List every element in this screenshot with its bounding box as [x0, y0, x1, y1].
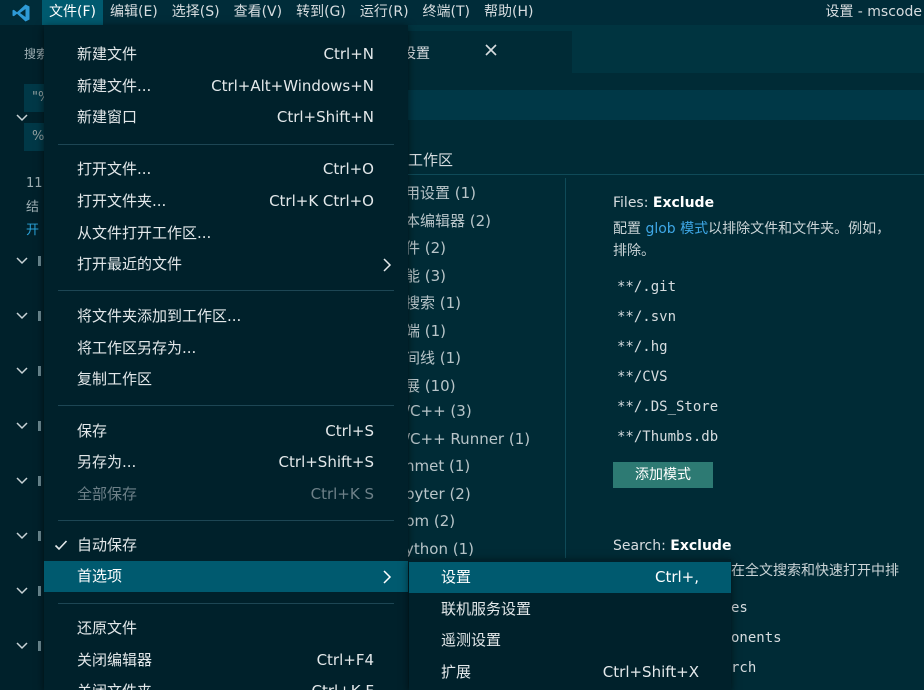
settings-search-input[interactable]	[405, 90, 924, 120]
toc-item[interactable]: 间线 (1)	[405, 347, 461, 368]
toc-item[interactable]: 搜索 (1)	[405, 292, 461, 313]
submenu-item-extensions[interactable]: 扩展 Ctrl+Shift+X	[409, 657, 731, 688]
file-result-marker	[38, 641, 41, 651]
toc-item[interactable]: nmet (1)	[405, 457, 470, 475]
file-result-marker	[38, 476, 41, 486]
exclude-pattern[interactable]: onents	[731, 630, 782, 646]
toc-item[interactable]: 能 (3)	[405, 265, 446, 286]
menu-item-open-recent[interactable]: 打开最近的文件	[44, 249, 408, 280]
exclude-pattern[interactable]: **/CVS	[617, 369, 668, 385]
menu-item-save-all: 全部保存 Ctrl+K S	[77, 485, 374, 503]
toc-item[interactable]: pyter (2)	[405, 485, 471, 503]
divider	[565, 178, 566, 558]
setting-title-search-exclude: Search: Exclude	[613, 538, 732, 554]
menu-item-save-as[interactable]: 另存为... Ctrl+Shift+S	[44, 447, 408, 478]
menu-item-save[interactable]: 保存 Ctrl+S	[44, 416, 408, 447]
window-title: 设置 - mscode	[825, 4, 922, 20]
menu-separator	[58, 603, 394, 604]
file-result-marker	[38, 421, 41, 431]
exclude-pattern[interactable]: **/.hg	[617, 339, 668, 355]
toc-item[interactable]: 件 (2)	[405, 237, 446, 258]
file-result-marker	[38, 586, 41, 596]
toc-item[interactable]: 端 (1)	[405, 320, 446, 341]
file-menu: 新建文件 Ctrl+N 新建文件... Ctrl+Alt+Windows+N 新建窗…	[44, 25, 408, 690]
add-pattern-button[interactable]: 添加模式	[613, 462, 713, 488]
menu-bar: 文件(F) 编辑(E) 选择(S) 查看(V) 转到(G) 运行(R) 终端(T…	[42, 0, 540, 25]
submenu-item-telemetry-settings[interactable]: 遥测设置	[409, 625, 731, 656]
menu-item-open-file[interactable]: 打开文件... Ctrl+O	[44, 154, 408, 185]
toc-item[interactable]: /C++ (3)	[405, 402, 472, 420]
menu-item-new-window[interactable]: 新建窗口 Ctrl+Shift+N	[44, 102, 408, 133]
menu-item-revert-file[interactable]: 还原文件	[44, 613, 408, 644]
check-icon	[54, 540, 68, 551]
preferences-submenu: 设置 Ctrl+, 联机服务设置 遥测设置 扩展 Ctrl+Shift+X	[409, 559, 731, 690]
menu-selection[interactable]: 选择(S)	[165, 0, 227, 25]
setting-description: 在全文搜索和快速打开中排	[731, 563, 899, 579]
exclude-pattern[interactable]: **/Thumbs.db	[617, 429, 718, 445]
menu-item-open-folder[interactable]: 打开文件夹... Ctrl+K Ctrl+O	[44, 186, 408, 217]
menu-separator	[58, 520, 394, 521]
chevron-down-icon[interactable]	[15, 474, 29, 488]
toc-item[interactable]: 展 (10)	[405, 375, 456, 396]
exclude-pattern[interactable]: es	[731, 600, 748, 616]
menu-item-auto-save[interactable]: 自动保存	[44, 530, 408, 561]
menu-help[interactable]: 帮助(H)	[477, 0, 540, 25]
menu-item-add-folder-to-workspace[interactable]: 将文件夹添加到工作区...	[44, 301, 408, 332]
file-result-marker	[38, 311, 41, 321]
menu-view[interactable]: 查看(V)	[227, 0, 290, 25]
menu-item-new-file[interactable]: 新建文件 Ctrl+N	[44, 39, 408, 70]
submenu-item-online-services-settings[interactable]: 联机服务设置	[409, 594, 731, 625]
menu-item-new-file-ellipsis[interactable]: 新建文件... Ctrl+Alt+Windows+N	[44, 71, 408, 102]
menu-item-save-workspace-as[interactable]: 将工作区另存为...	[44, 333, 408, 364]
result-text: 结	[26, 200, 40, 215]
chevron-down-icon[interactable]	[15, 639, 29, 653]
tab-settings[interactable]: 设置	[390, 31, 572, 73]
menu-item-open-workspace-from-file[interactable]: 从文件打开工作区...	[44, 218, 408, 249]
result-count: 11	[26, 176, 43, 191]
chevron-down-icon[interactable]	[15, 309, 29, 323]
menu-separator	[58, 144, 394, 145]
chevron-down-icon[interactable]	[15, 254, 29, 268]
menu-terminal[interactable]: 终端(T)	[416, 0, 477, 25]
exclude-pattern[interactable]: **/.git	[617, 279, 676, 295]
chevron-down-icon[interactable]	[15, 584, 29, 598]
toc-item[interactable]: 用设置 (1)	[405, 182, 476, 203]
menu-item-close-folder[interactable]: 关闭文件夹Ctrl+K F	[44, 676, 408, 690]
file-result-marker	[38, 366, 41, 376]
menu-file[interactable]: 文件(F)	[42, 0, 103, 25]
menu-run[interactable]: 运行(R)	[353, 0, 416, 25]
divider	[405, 174, 924, 175]
chevron-down-icon[interactable]	[15, 419, 29, 433]
chevron-right-icon	[383, 570, 392, 584]
glob-pattern-link[interactable]: glob 模式	[645, 221, 708, 237]
title-bar: 文件(F) 编辑(E) 选择(S) 查看(V) 转到(G) 运行(R) 终端(T…	[0, 0, 924, 25]
open-editor-link[interactable]: 开	[26, 219, 39, 238]
exclude-pattern[interactable]: rch	[731, 660, 756, 676]
toc-item[interactable]: ython (1)	[405, 540, 474, 558]
file-result-marker	[38, 256, 41, 266]
menu-item-duplicate-workspace[interactable]: 复制工作区	[44, 364, 408, 395]
exclude-pattern[interactable]: **/.DS_Store	[617, 399, 718, 415]
settings-toc: 用设置 (1) 本编辑器 (2) 件 (2) 能 (3) 搜索 (1) 端 (1…	[405, 180, 565, 560]
file-result-marker	[38, 531, 41, 541]
toc-item[interactable]: /C++ Runner (1)	[405, 430, 530, 448]
menu-go[interactable]: 转到(G)	[289, 0, 353, 25]
menu-item-preferences[interactable]: 首选项	[44, 561, 408, 592]
exclude-pattern[interactable]: **/.svn	[617, 309, 676, 325]
tab-workspace[interactable]: 工作区	[408, 149, 453, 170]
setting-description: 配置 glob 模式以排除文件和文件夹。例如， 排除。	[613, 221, 891, 259]
toc-item[interactable]: 本编辑器 (2)	[405, 210, 491, 231]
menu-separator	[58, 405, 394, 406]
menu-separator	[58, 290, 394, 291]
chevron-right-icon	[383, 258, 392, 272]
menu-edit[interactable]: 编辑(E)	[103, 0, 165, 25]
submenu-item-settings[interactable]: 设置 Ctrl+,	[409, 562, 731, 593]
menu-item-close-editor[interactable]: 关闭编辑器 Ctrl+F4	[44, 645, 408, 676]
toc-item[interactable]: pm (2)	[405, 512, 455, 530]
close-icon[interactable]	[484, 43, 498, 57]
chevron-down-icon[interactable]	[15, 364, 29, 378]
chevron-down-icon[interactable]	[15, 529, 29, 543]
vscode-logo-icon	[0, 0, 42, 25]
setting-title-files-exclude: Files: Exclude	[613, 195, 715, 211]
